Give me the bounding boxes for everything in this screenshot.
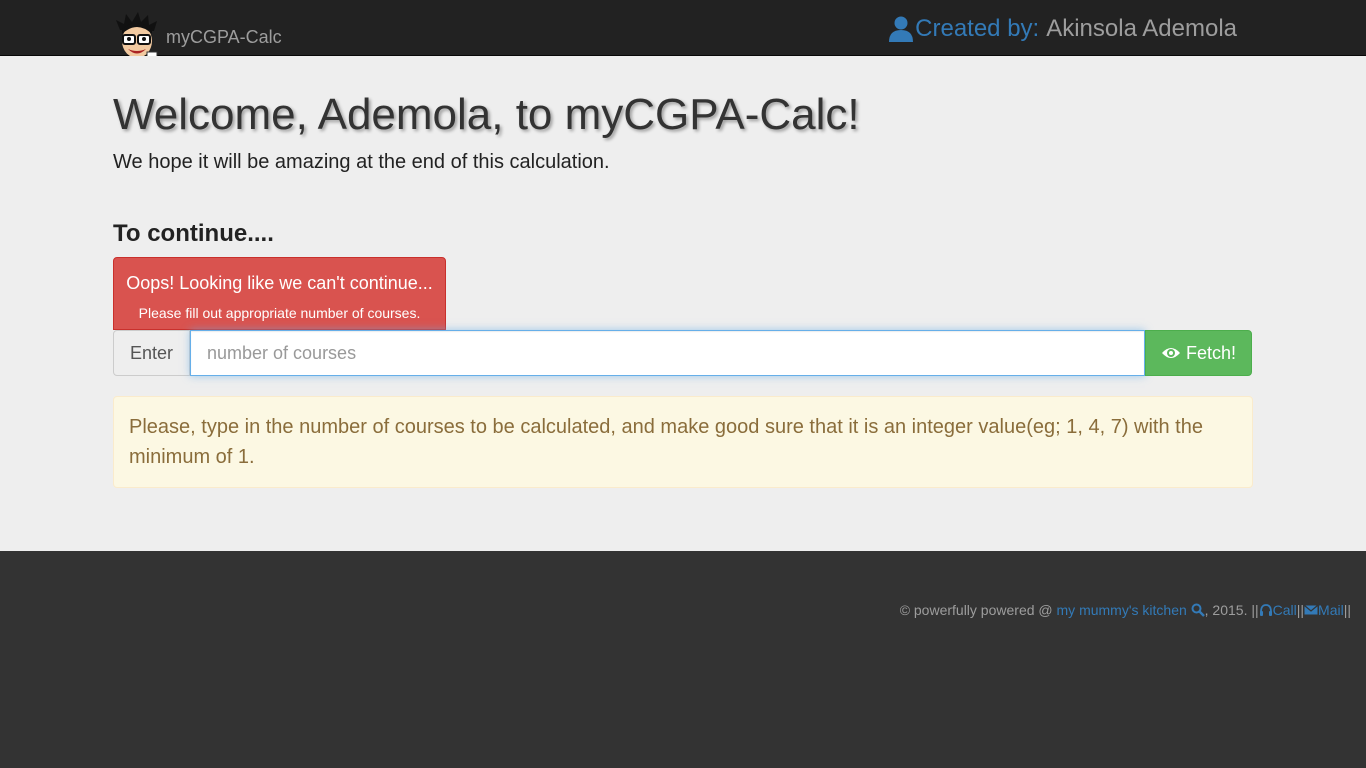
error-message: Please fill out appropriate number of co…: [138, 305, 421, 321]
kitchen-link[interactable]: my mummy's kitchen: [1057, 602, 1205, 618]
search-icon: [1191, 603, 1205, 617]
footer-end: ||: [1343, 602, 1351, 618]
created-by-label: Created by:: [915, 15, 1040, 42]
page-title: Welcome, Ademola, to myCGPA-Calc!: [113, 90, 860, 139]
navbar: myCGPA-Calc Created by: Akinsola Ademola: [0, 0, 1366, 62]
error-title: Oops! Looking like we can't continue...: [126, 273, 433, 293]
cartoon-avatar-icon: [116, 12, 158, 62]
call-link-label: Call: [1272, 602, 1297, 618]
footer-separator: ||: [1296, 602, 1305, 618]
mail-link[interactable]: Mail: [1304, 602, 1344, 618]
page-subtitle: We hope it will be amazing at the end of…: [113, 151, 610, 173]
user-icon: [889, 16, 914, 42]
kitchen-link-label: my mummy's kitchen: [1056, 602, 1187, 618]
created-by: Created by: Akinsola Ademola: [889, 15, 1237, 43]
brand[interactable]: myCGPA-Calc: [114, 12, 282, 62]
main-content: Welcome, Ademola, to myCGPA-Calc! We hop…: [0, 56, 1366, 551]
fetch-button-label: Fetch!: [1185, 342, 1237, 363]
courses-input-group: Enter Fetch!: [113, 330, 1252, 376]
footer-year: , 2015. ||: [1204, 602, 1259, 618]
created-by-name: Akinsola Ademola: [1046, 15, 1237, 42]
call-link[interactable]: Call: [1259, 602, 1297, 618]
courses-count-input[interactable]: [190, 330, 1145, 376]
footer-credits: © powerfully powered @ my mummy's kitche…: [900, 602, 1351, 618]
instruction-alert: Please, type in the number of courses to…: [113, 396, 1253, 488]
mail-link-label: Mail: [1318, 602, 1344, 618]
continue-heading: To continue....: [113, 220, 274, 247]
headphones-icon: [1259, 604, 1272, 616]
brand-name: myCGPA-Calc: [166, 27, 282, 47]
envelope-icon: [1304, 605, 1318, 615]
input-addon-label: Enter: [113, 330, 190, 376]
fetch-button[interactable]: Fetch!: [1145, 330, 1252, 376]
footer-prefix: © powerfully powered @: [899, 602, 1053, 618]
error-alert: Oops! Looking like we can't continue... …: [113, 257, 446, 330]
eye-icon: [1161, 348, 1180, 358]
